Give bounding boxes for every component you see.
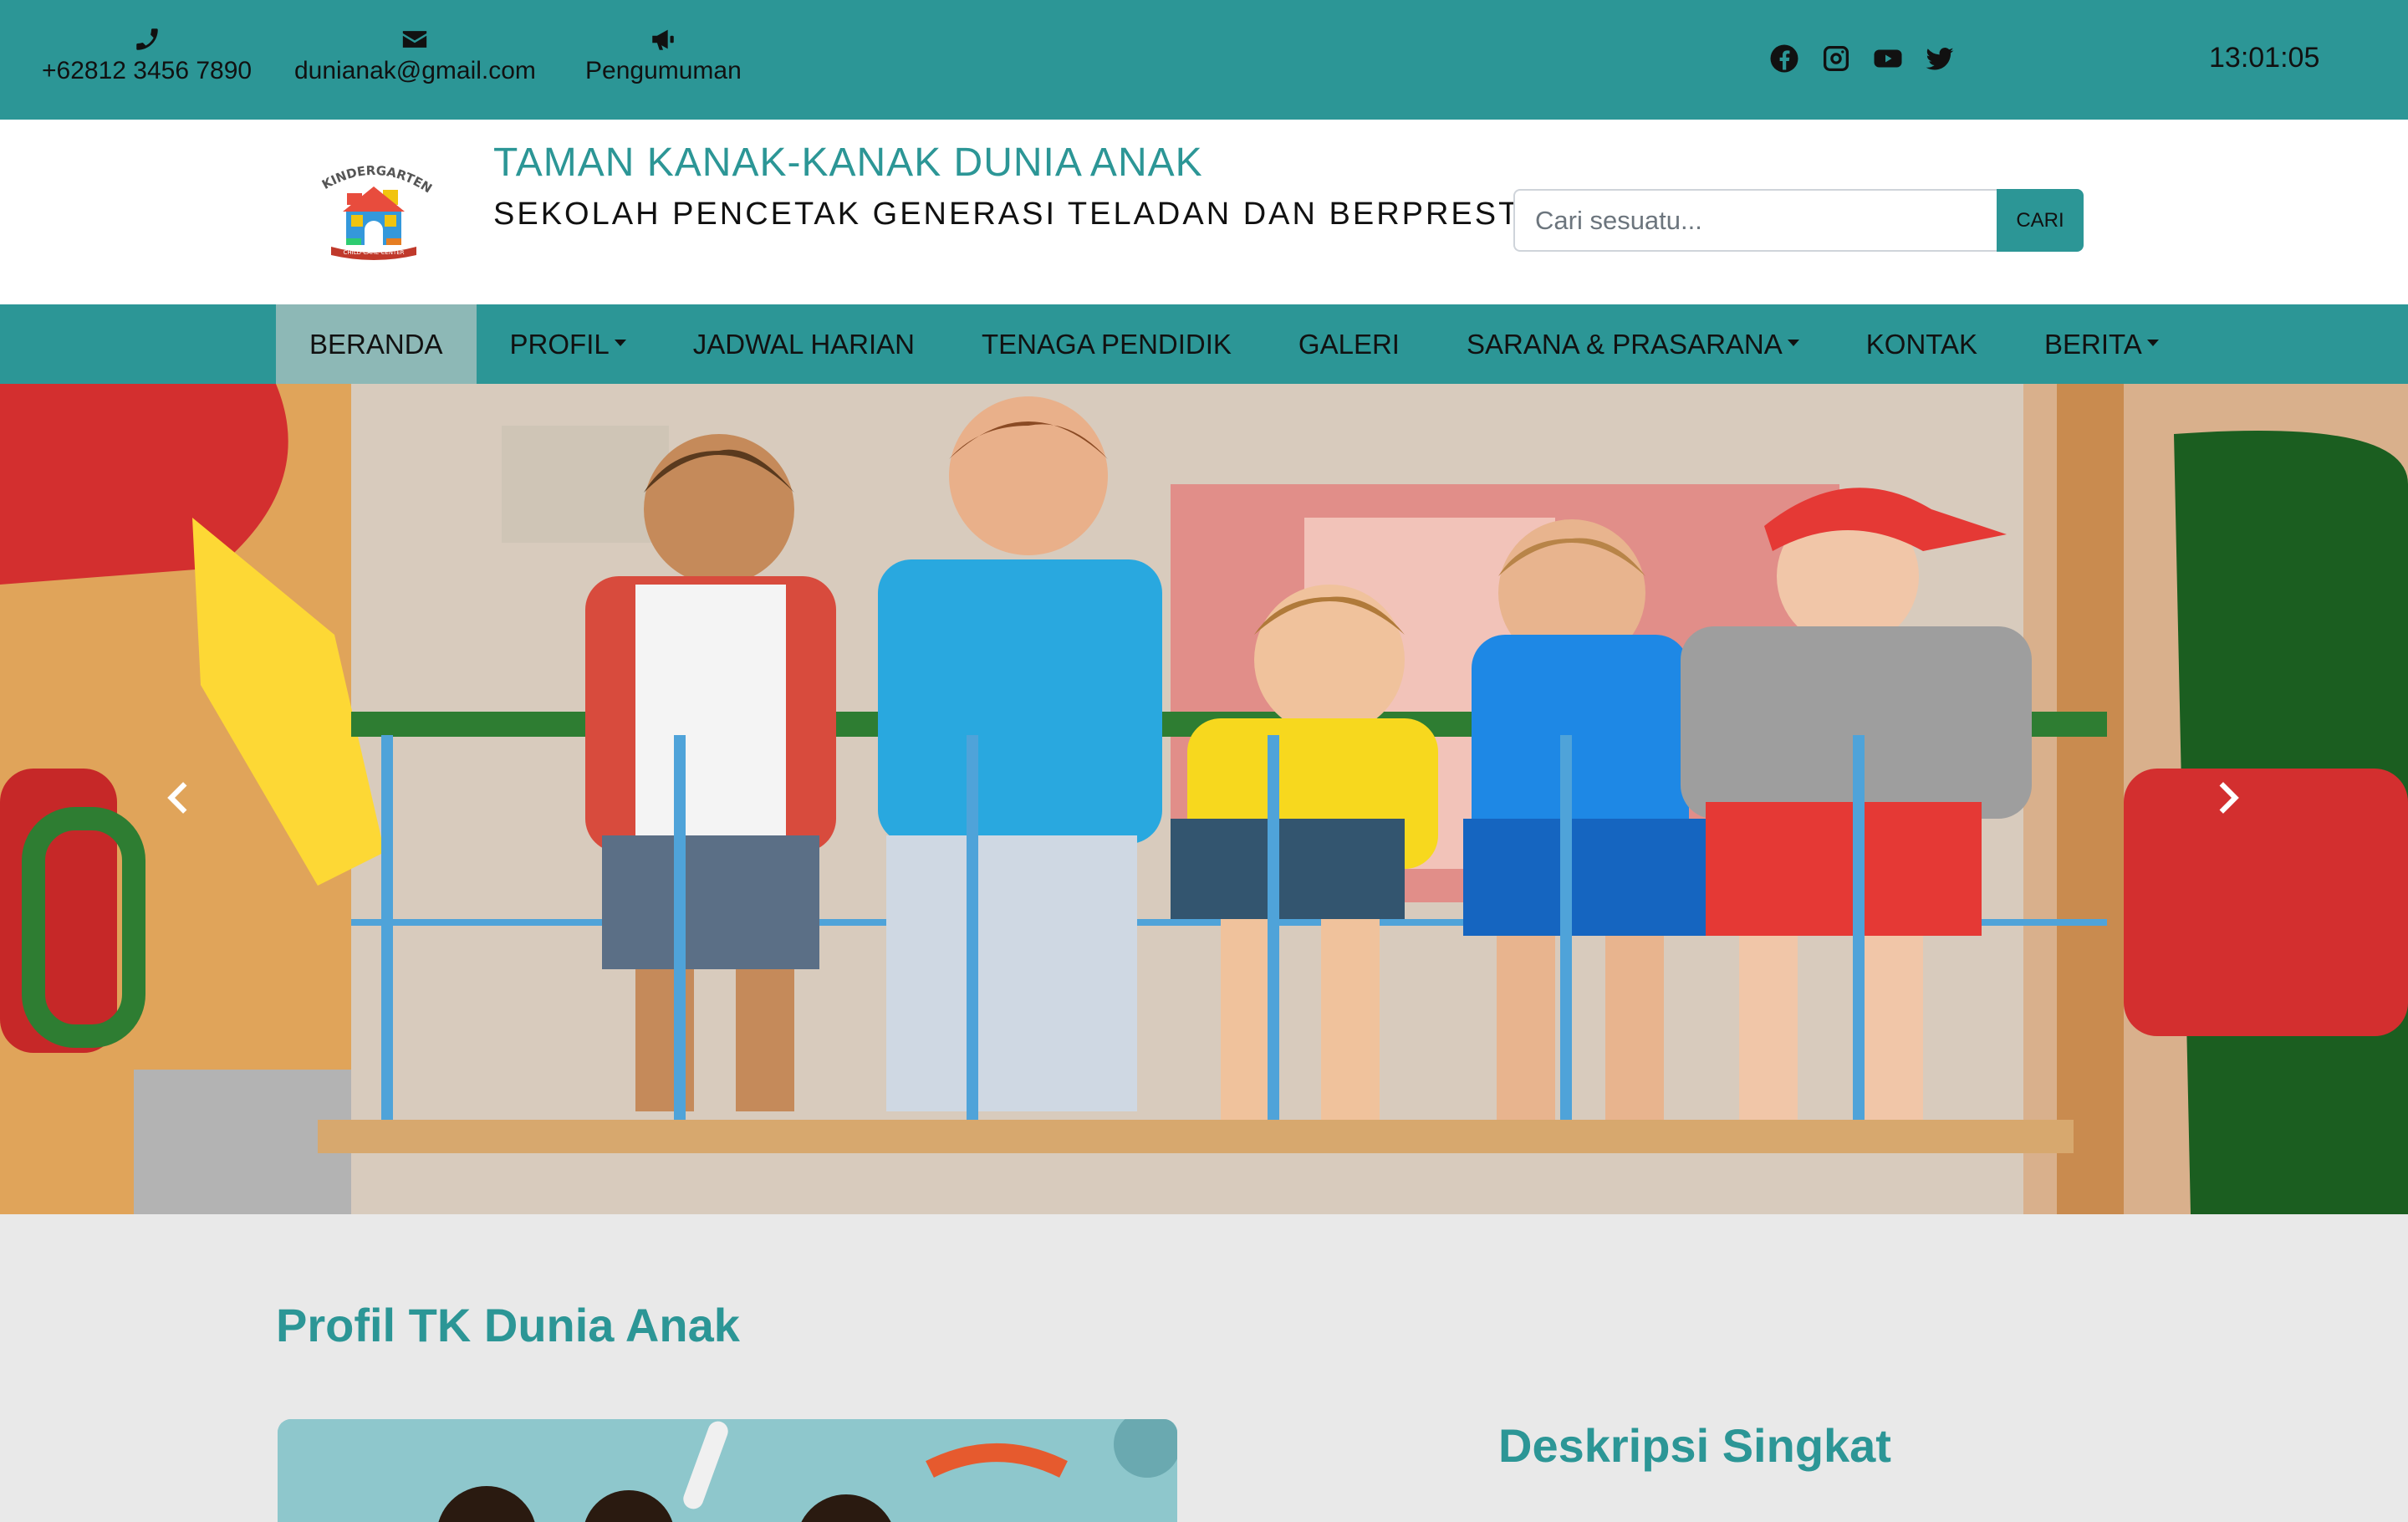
caret-down-icon [1787,340,1799,347]
nav-label: BERITA [2044,329,2142,360]
envelope-icon [294,25,536,55]
social-links [1769,43,1955,74]
nav-item-kontak[interactable]: KONTAK [1833,304,2011,384]
phone-icon [42,25,252,55]
site-header: KINDERGARTEN CHILD CARE CENTER TAMAN KAN… [0,120,2408,304]
nav-item-galeri[interactable]: GALERI [1265,304,1433,384]
search-button[interactable]: CARI [1997,189,2084,252]
megaphone-icon [585,25,742,55]
site-tagline: SEKOLAH PENCETAK GENERASI TELADAN DAN BE… [493,197,1577,232]
nav-item-profil[interactable]: PROFIL [477,304,660,384]
phone-text: +62812 3456 7890 [42,57,253,84]
nav-item-jadwal-harian[interactable]: JADWAL HARIAN [660,304,948,384]
school-logo[interactable]: KINDERGARTEN CHILD CARE CENTER [309,160,438,263]
search-input[interactable] [1513,189,1997,252]
main-navbar: BERANDA PROFIL JADWAL HARIAN TENAGA PEND… [0,304,2408,384]
nav-label: PROFIL [509,329,610,360]
carousel-next-icon[interactable] [2206,777,2247,819]
nav-label: GALERI [1298,329,1400,360]
nav-label: SARANA & PRASARANA [1466,329,1783,360]
twitter-icon[interactable] [1925,43,1955,74]
nav-item-berita[interactable]: BERITA [2011,304,2192,384]
announcement-text: Pengumuman [585,57,742,84]
site-title: TAMAN KANAK-KANAK DUNIA ANAK [493,140,1203,185]
caret-down-icon [2146,340,2159,347]
nav-item-beranda[interactable]: BERANDA [276,304,477,384]
nav-item-tenaga-pendidik[interactable]: TENAGA PENDIDIK [948,304,1265,384]
contact-email[interactable]: dunianak@gmail.com [294,25,536,85]
svg-text:CHILD CARE CENTER: CHILD CARE CENTER [343,249,404,256]
nav-item-sarana-prasarana[interactable]: SARANA & PRASARANA [1433,304,1833,384]
youtube-icon[interactable] [1873,43,1903,74]
hero-carousel[interactable] [0,384,2408,1214]
nav-label: TENAGA PENDIDIK [982,329,1232,360]
contact-phone[interactable]: +62812 3456 7890 [42,25,252,85]
profile-section-title: Profil TK Dunia Anak [276,1299,740,1351]
nav-label: KONTAK [1865,329,1978,360]
announcement-link[interactable]: Pengumuman [585,25,742,85]
nav-menu: BERANDA PROFIL JADWAL HARIAN TENAGA PEND… [276,304,2192,384]
nav-label: BERANDA [309,329,443,360]
profile-image [278,1419,1177,1522]
search-form: CARI [1513,189,2084,252]
description-title: Deskripsi Singkat [1498,1419,1891,1472]
email-text: dunianak@gmail.com [294,57,536,84]
hero-image [0,384,2408,1214]
instagram-icon[interactable] [1821,43,1851,74]
clock: 13:01:05 [2209,42,2320,74]
facebook-icon[interactable] [1769,43,1799,74]
top-contact-bar: +62812 3456 7890 dunianak@gmail.com Peng… [0,0,2408,120]
carousel-prev-icon[interactable] [159,777,201,819]
nav-label: JADWAL HARIAN [692,329,916,360]
caret-down-icon [614,340,626,347]
